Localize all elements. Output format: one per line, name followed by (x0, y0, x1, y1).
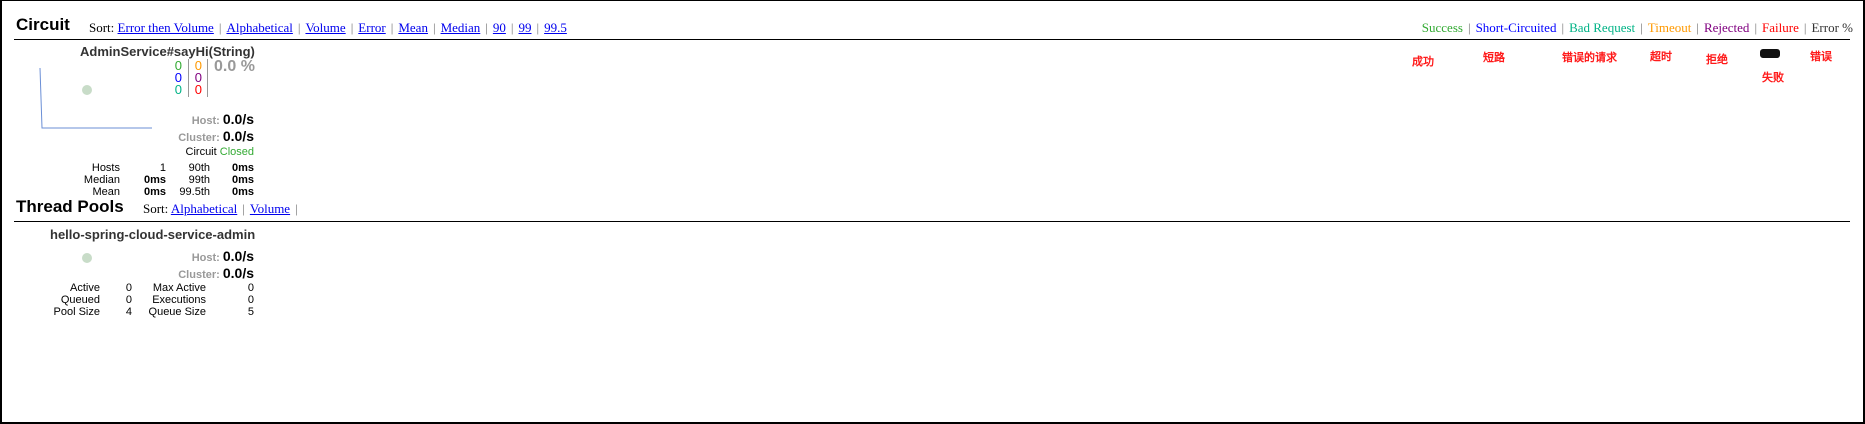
annotation-success: 成功 (1412, 56, 1434, 68)
tp-queue-size-value: 5 (247, 306, 254, 318)
circuit-cluster-rate: Cluster: 0.0/s (150, 128, 254, 144)
circuit-status: Circuit Closed (150, 147, 254, 158)
circuit-host-rate: Host: 0.0/s (150, 111, 254, 127)
tp-active-value: 0 (125, 282, 132, 294)
circuit-sparkline (39, 67, 152, 129)
stat-p995-value: 0ms (231, 186, 254, 198)
sort-99[interactable]: 99 (519, 20, 532, 35)
stat-mean-value: 0ms (143, 186, 166, 198)
sort-volume[interactable]: Volume (305, 20, 345, 35)
redaction-mark (1760, 49, 1780, 58)
sort-90[interactable]: 90 (493, 20, 506, 35)
tp-queue-size-label: Queue Size (148, 306, 206, 318)
tp-active-label: Active (70, 282, 100, 294)
circuit-divider (14, 39, 1850, 40)
stat-hosts-label: Hosts (91, 162, 120, 174)
legend-success: Success (1421, 20, 1463, 35)
annotation-short-circuited: 短路 (1483, 52, 1505, 64)
annotation-timeout: 超时 (1650, 51, 1672, 63)
tp-cluster-label: Cluster: (178, 269, 220, 281)
counts-left: 0 0 0 (168, 59, 182, 97)
thread-pools-sort-bar: Sort: Alphabetical | Volume | (143, 201, 298, 216)
stat-p90-value: 0ms (231, 162, 254, 174)
tp-sort-volume[interactable]: Volume (250, 201, 290, 216)
annotation-rejected: 拒绝 (1706, 54, 1728, 66)
circuit-sort-label: Sort: (89, 20, 115, 35)
counts-divider-1 (188, 59, 189, 97)
tp-cluster-value: 0.0/s (222, 265, 254, 281)
thread-pools-sort-label: Sort: (143, 201, 169, 216)
circuit-status-value: Closed (219, 146, 254, 158)
stat-p995-label: 99.5th (179, 186, 210, 198)
tp-pool-size-label: Pool Size (53, 306, 100, 318)
tp-host-label: Host: (191, 252, 220, 264)
thread-pool-health-dot (82, 253, 92, 263)
tp-max-active-value: 0 (247, 282, 254, 294)
error-percentage: 0.0 % (214, 58, 255, 75)
legend: Success | Short-Circuited | Bad Request | Time… (1421, 20, 1853, 35)
circuit-sort-bar: Sort: Error then Volume | Alphabetical | Vol… (89, 20, 567, 35)
host-label: Host: (191, 115, 220, 127)
sort-mean[interactable]: Mean (398, 20, 428, 35)
stat-p99-label: 99th (188, 174, 210, 186)
stat-median-value: 0ms (143, 174, 166, 186)
legend-rejected: Rejected (1703, 20, 1750, 35)
tp-queued-label: Queued (60, 294, 100, 306)
stat-median-label: Median (83, 174, 120, 186)
sort-99-5[interactable]: 99.5 (544, 20, 567, 35)
sort-error[interactable]: Error (358, 20, 385, 35)
tp-host-value: 0.0/s (222, 248, 254, 264)
counts-divider-2 (207, 59, 208, 97)
thread-pool-name: hello-spring-cloud-service-admin (50, 227, 256, 242)
legend-failure: Failure (1762, 20, 1799, 35)
stat-hosts-value: 1 (159, 162, 166, 174)
sparkline-line (39, 67, 152, 129)
tp-max-active-label: Max Active (152, 282, 206, 294)
legend-error-pct: Error % (1811, 20, 1853, 35)
sort-error-then-volume[interactable]: Error then Volume (118, 20, 214, 35)
circuit-status-label: Circuit (185, 146, 217, 158)
stat-p90-label: 90th (188, 162, 210, 174)
annotation-bad-request: 错误的请求 (1562, 52, 1617, 64)
circuit-health-dot (82, 85, 92, 95)
thread-pools-title: Thread Pools (16, 197, 124, 216)
cluster-label: Cluster: (178, 132, 220, 144)
tp-host-rate: Host: 0.0/s (150, 248, 254, 264)
thread-pools-divider (14, 221, 1850, 222)
tp-cluster-rate: Cluster: 0.0/s (150, 265, 254, 281)
tp-queued-value: 0 (125, 294, 132, 306)
legend-timeout: Timeout (1647, 20, 1692, 35)
tp-pool-size-value: 4 (125, 306, 132, 318)
annotation-failure: 失败 (1762, 72, 1784, 84)
sort-alphabetical[interactable]: Alphabetical (226, 20, 292, 35)
stat-p99-value: 0ms (231, 174, 254, 186)
cluster-value: 0.0/s (222, 128, 254, 144)
count-bad-request: 0 (174, 82, 182, 97)
circuit-name: AdminService#sayHi(String) (80, 44, 255, 59)
sort-median[interactable]: Median (441, 20, 481, 35)
annotation-error: 错误 (1810, 51, 1832, 63)
counts-right: 0 0 0 (192, 59, 202, 97)
tp-sort-alphabetical[interactable]: Alphabetical (171, 201, 237, 216)
tp-executions-label: Executions (152, 294, 206, 306)
tp-executions-value: 0 (247, 294, 254, 306)
circuit-title: Circuit (16, 15, 70, 34)
legend-short-circuited: Short-Circuited (1475, 20, 1557, 35)
count-failure: 0 (194, 82, 202, 97)
host-value: 0.0/s (222, 111, 254, 127)
legend-bad-request: Bad Request (1569, 20, 1636, 35)
